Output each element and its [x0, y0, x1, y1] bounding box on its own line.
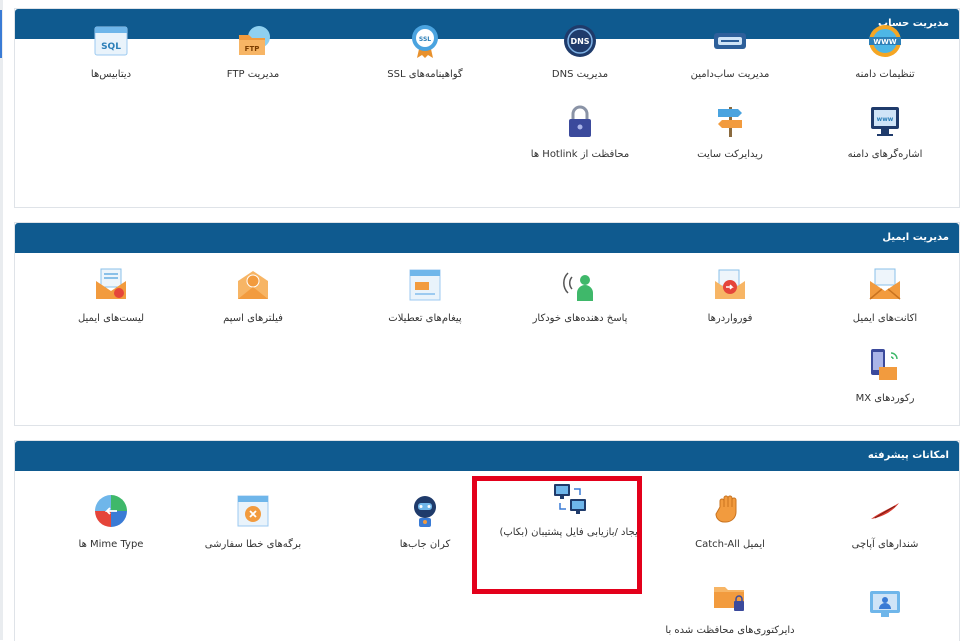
item-apache-handlers[interactable]: شندارهای آپاچی — [810, 493, 960, 552]
dns-icon: DNS — [564, 25, 596, 57]
item-label: رکوردهای MX — [855, 393, 915, 404]
left-edge-bar — [0, 0, 3, 640]
item-label: مدیریت DNS — [551, 69, 609, 80]
item-email-accounts[interactable]: اکانت‌های ایمیل — [810, 267, 960, 326]
cron-robot-icon — [414, 496, 436, 527]
item-mime-types[interactable]: Mime Type ها — [36, 493, 186, 552]
item-mailing-lists[interactable]: لیست‌های ایمیل — [36, 267, 186, 326]
item-autoresponders[interactable]: پاسخ دهنده‌های خودکار — [505, 267, 655, 326]
item-subdomain[interactable]: مدیریت ساب‌دامین — [655, 23, 805, 82]
svg-text:www: www — [877, 116, 894, 123]
forwarder-icon — [715, 269, 745, 299]
panel-header-advanced[interactable]: امکانات پیشرفته — [15, 441, 959, 471]
item-label: گواهینامه‌های SSL — [387, 69, 463, 80]
item-monitor[interactable] — [810, 587, 960, 631]
mailing-list-icon — [96, 268, 126, 299]
item-protected-directories[interactable]: دایرکتوری‌های محافظت شده با — [655, 579, 805, 638]
vacation-message-icon — [409, 269, 441, 301]
mime-type-icon — [95, 495, 127, 527]
item-spam-filters[interactable]: فیلترهای اسپم — [178, 267, 328, 326]
ssl-badge-icon: SSL — [412, 25, 438, 58]
www-globe-icon: WWW — [869, 25, 901, 57]
item-custom-error-pages[interactable]: برگه‌های خطا سفارشی — [178, 493, 328, 552]
catch-all-hand-icon — [715, 495, 737, 523]
panel-header-email[interactable]: مدیریت ایمیل — [15, 223, 959, 253]
item-label: دایرکتوری‌های محافظت شده با — [665, 625, 795, 636]
item-label: دیتابیس‌ها — [90, 69, 132, 80]
item-dns[interactable]: DNS مدیریت DNS — [505, 23, 655, 82]
sql-database-icon: SQL — [94, 26, 128, 56]
item-catch-all-email[interactable]: ایمیل Catch-All — [655, 493, 805, 552]
item-forwarders[interactable]: فورواردرها — [655, 267, 805, 326]
item-label: Mime Type ها — [78, 539, 144, 550]
item-label: مدیریت ساب‌دامین — [690, 69, 770, 80]
item-databases[interactable]: SQL دیتابیس‌ها — [36, 23, 186, 82]
apache-feather-icon — [871, 503, 899, 519]
item-label: برگه‌های خطا سفارشی — [204, 539, 302, 550]
item-label: اشاره‌گرهای دامنه — [847, 149, 923, 160]
svg-text:WWW: WWW — [873, 38, 896, 46]
item-hotlink-protection[interactable]: محافظت از Hotlink ها — [505, 103, 655, 162]
left-edge-accent — [0, 10, 2, 58]
item-label: لیست‌های ایمیل — [77, 313, 145, 324]
item-label: محافظت از Hotlink ها — [530, 149, 630, 160]
item-vacation-messages[interactable]: پیغام‌های تعطیلات — [350, 267, 500, 326]
item-label: ایمیل Catch-All — [695, 539, 765, 550]
panel-account-management: مدیریت حساب WWW تنظیمات دامنه مدیریت ساب… — [14, 8, 960, 208]
item-label: فورواردرها — [707, 313, 753, 324]
padlock-icon — [569, 105, 591, 137]
mx-record-icon — [871, 349, 898, 380]
item-domain-pointers[interactable]: www اشاره‌گرهای دامنه — [810, 103, 960, 162]
item-label: فیلترهای اسپم — [223, 313, 283, 324]
subdomain-icon — [714, 33, 746, 49]
item-ftp[interactable]: FTP مدیریت FTP — [178, 23, 328, 82]
item-label: ریدایرکت سایت — [697, 149, 763, 160]
signpost-icon — [718, 107, 742, 137]
highlight-box-backup — [472, 476, 642, 594]
svg-text:DNS: DNS — [570, 37, 589, 46]
item-label: اکانت‌های ایمیل — [852, 313, 918, 324]
autoresponder-icon — [563, 272, 593, 301]
spam-filter-icon — [238, 271, 268, 299]
item-site-redirect[interactable]: ریدایرکت سایت — [655, 103, 805, 162]
email-account-icon — [869, 268, 901, 300]
item-label: مدیریت FTP — [226, 69, 280, 80]
item-label: شندارهای آپاچی — [851, 539, 919, 550]
domain-pointer-icon: www — [871, 107, 899, 136]
ftp-folder-icon: FTP — [239, 26, 270, 55]
item-label: تنظیمات دامنه — [855, 69, 915, 80]
svg-text:SQL: SQL — [101, 42, 121, 52]
item-ssl[interactable]: SSL گواهینامه‌های SSL — [350, 23, 500, 82]
svg-text:FTP: FTP — [245, 45, 260, 53]
item-label: پاسخ دهنده‌های خودکار — [532, 313, 628, 324]
monitor-user-icon — [870, 591, 900, 617]
protected-folder-icon — [714, 587, 744, 611]
item-label: پیغام‌های تعطیلات — [388, 313, 462, 324]
item-mx-records[interactable]: رکوردهای MX — [810, 347, 960, 406]
item-domain-settings[interactable]: WWW تنظیمات دامنه — [810, 23, 960, 82]
error-page-icon — [237, 495, 269, 527]
svg-text:SSL: SSL — [419, 36, 431, 43]
panel-email-management: مدیریت ایمیل اکانت‌های ایمیل فورواردرها … — [14, 222, 960, 426]
